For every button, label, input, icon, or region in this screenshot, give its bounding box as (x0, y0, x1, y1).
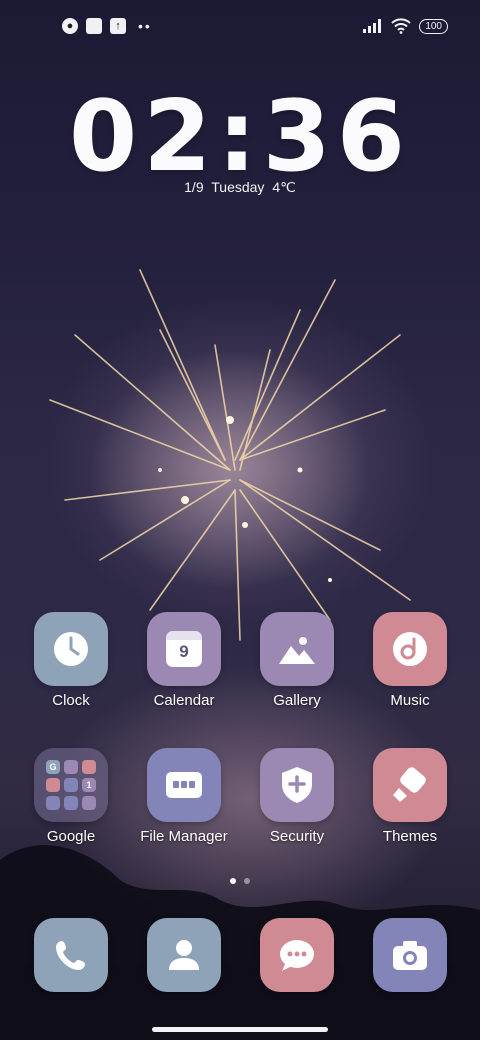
status-bar: ● ↑ •• 100 (0, 0, 480, 56)
folder-contents: G 1 (46, 760, 96, 810)
signal-icon (363, 19, 382, 33)
dock-messages[interactable] (241, 918, 353, 992)
more-notifications-icon: •• (138, 18, 152, 34)
camera-icon (393, 941, 427, 970)
image-mini-icon (64, 760, 78, 774)
clock-app-tile[interactable] (34, 612, 108, 686)
app-folder-google[interactable]: G 1 Google (15, 748, 127, 845)
clock-widget-date[interactable]: 1/9 Tuesday 4℃ (0, 179, 480, 196)
weekday-text: Tuesday (211, 179, 265, 195)
app-file-manager[interactable]: File Manager (128, 748, 240, 845)
chrome-icon (46, 796, 60, 810)
wifi-icon (391, 18, 412, 34)
date-text: 1/9 (184, 179, 204, 195)
music-mini-icon (64, 778, 78, 792)
dock-camera[interactable] (354, 918, 466, 992)
dock-phone[interactable] (15, 918, 127, 992)
system-indicators: 100 (363, 18, 448, 34)
notification-icons: ● ↑ •• (62, 18, 152, 34)
phone-icon (56, 941, 85, 970)
calendar-app-tile[interactable]: 9 (147, 612, 221, 686)
page-dot-1[interactable] (230, 878, 236, 884)
app-clock[interactable]: Clock (15, 612, 127, 709)
file-manager-app-tile[interactable] (147, 748, 221, 822)
files-icon (82, 796, 96, 810)
themes-app-tile[interactable] (373, 748, 447, 822)
app-label: Music (390, 692, 430, 709)
security-app-tile[interactable] (260, 748, 334, 822)
calendar-icon: 9 (166, 631, 202, 667)
shield-icon (282, 767, 312, 803)
one-icon: 1 (82, 778, 96, 792)
app-label: Themes (382, 828, 438, 845)
contacts-app-tile[interactable] (147, 918, 221, 992)
phone-app-tile[interactable] (34, 918, 108, 992)
app-label: Gallery (273, 692, 321, 709)
youtube-icon (46, 778, 60, 792)
messages-app-tile[interactable] (260, 918, 334, 992)
clock-icon (54, 632, 88, 666)
app-label: Calendar (153, 692, 215, 709)
calendar-day: 9 (179, 642, 189, 661)
temperature-text: 4℃ (272, 179, 296, 195)
clock-widget-time[interactable]: 02:36 (0, 80, 480, 194)
messages-icon (280, 940, 314, 971)
app-themes[interactable]: Themes (354, 748, 466, 845)
battery-indicator: 100 (419, 18, 448, 34)
camera-app-tile[interactable] (373, 918, 447, 992)
app-notification-icon: ● (62, 18, 78, 34)
app-label: Security (269, 828, 325, 845)
app-label: File Manager (140, 828, 228, 845)
app-gallery[interactable]: Gallery (241, 612, 353, 709)
music-app-tile[interactable] (373, 612, 447, 686)
app-security[interactable]: Security (241, 748, 353, 845)
maps-pin-icon (82, 760, 96, 774)
page-dot-2[interactable] (244, 878, 250, 884)
home-gesture-bar[interactable] (152, 1027, 328, 1032)
folder-icon (166, 772, 202, 798)
duo-icon (64, 796, 78, 810)
square-notification-icon (86, 18, 102, 34)
contacts-icon (169, 940, 199, 970)
dock-contacts[interactable] (128, 918, 240, 992)
upload-icon: ↑ (110, 18, 126, 34)
brush-icon (393, 767, 426, 802)
google-g-icon: G (46, 760, 60, 774)
app-music[interactable]: Music (354, 612, 466, 709)
image-icon (279, 637, 315, 664)
page-indicator[interactable] (0, 878, 480, 884)
app-calendar[interactable]: 9 Calendar (128, 612, 240, 709)
app-label: Google (46, 828, 96, 845)
music-icon (393, 632, 427, 666)
gallery-app-tile[interactable] (260, 612, 334, 686)
app-label: Clock (52, 692, 90, 709)
google-folder-tile[interactable]: G 1 (34, 748, 108, 822)
